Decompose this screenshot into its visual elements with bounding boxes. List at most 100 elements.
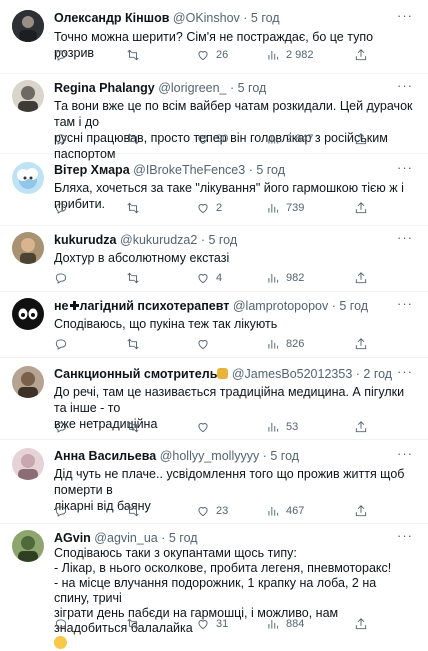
like-button[interactable] [196, 419, 210, 435]
reply-tweet[interactable]: Санкционный смотритель @JamesBo52012353 … [0, 358, 428, 440]
views-button[interactable]: 2 982 [266, 47, 314, 63]
reply-tweet[interactable]: Regina Phalangy @lorigreen_ · 5 год ··· … [0, 74, 428, 161]
timestamp[interactable]: · 2 год [356, 367, 392, 381]
view-count: 982 [286, 272, 305, 284]
reply-button[interactable] [54, 419, 68, 435]
more-options-icon[interactable]: ··· [396, 161, 414, 176]
user-handle[interactable]: @lorigreen_ [158, 81, 226, 95]
share-button[interactable] [354, 336, 368, 352]
tweet-text: Дохтур в абсолютному екстазі [54, 250, 414, 266]
user-handle[interactable]: @JamesBo52012353 [232, 367, 352, 381]
more-options-icon[interactable]: ··· [396, 79, 414, 94]
tweet-actions: 826 [54, 336, 416, 352]
timestamp[interactable]: · 5 год [201, 233, 237, 247]
retweet-button[interactable] [126, 200, 140, 216]
share-button[interactable] [354, 419, 368, 435]
share-button[interactable] [354, 270, 368, 286]
avatar[interactable] [12, 298, 44, 330]
share-button[interactable] [354, 47, 368, 63]
display-name[interactable]: Олександр Кіншов [54, 11, 169, 25]
user-handle[interactable]: @agvin_ua [94, 531, 157, 545]
reply-tweet[interactable]: Анна Васильева @hollyy_mollyyyy · 5 год … [0, 440, 428, 524]
like-button[interactable]: 26 [196, 47, 228, 63]
display-name[interactable]: Санкционный смотритель [54, 367, 217, 381]
more-options-icon[interactable]: ··· [396, 365, 414, 380]
reply-button[interactable] [54, 270, 68, 286]
share-button[interactable] [354, 616, 368, 632]
more-options-icon[interactable]: ··· [396, 297, 414, 312]
heart-icon [198, 204, 208, 214]
reply-button[interactable] [54, 503, 68, 519]
reply-tweet[interactable]: не лагідний психотерапевт @lamprotopopov … [0, 292, 428, 358]
display-name[interactable]: Вітер Хмара [54, 163, 130, 177]
like-button[interactable]: 90 [196, 131, 228, 147]
retweet-button[interactable] [126, 47, 140, 63]
reply-button[interactable] [54, 616, 68, 632]
views-button[interactable]: 53 [266, 419, 298, 435]
views-button[interactable]: 826 [266, 336, 304, 352]
avatar[interactable] [12, 10, 44, 42]
like-button[interactable]: 2 [196, 200, 222, 216]
like-button[interactable]: 4 [196, 270, 222, 286]
display-name[interactable]: Анна Васильева [54, 449, 156, 463]
retweet-button[interactable] [126, 503, 140, 519]
timestamp[interactable]: · 5 год [249, 163, 285, 177]
user-handle[interactable]: @lamprotopopov [233, 299, 328, 313]
retweet-button[interactable] [126, 616, 140, 632]
retweet-button[interactable] [126, 131, 140, 147]
timestamp[interactable]: · 5 год [243, 11, 279, 25]
reply-button[interactable] [54, 336, 68, 352]
like-button[interactable] [196, 336, 210, 352]
display-name[interactable]: kukurudza [54, 233, 117, 247]
reply-button[interactable] [54, 47, 68, 63]
retweet-button[interactable] [126, 419, 140, 435]
like-button[interactable]: 31 [196, 616, 228, 632]
user-handle[interactable]: @kukurudza2 [120, 233, 197, 247]
tweet-header: Regina Phalangy @lorigreen_ · 5 год [54, 80, 416, 96]
display-name[interactable]: не лагідний психотерапевт [54, 299, 229, 313]
reply-tweet[interactable]: Вітер Хмара @IBrokeTheFence3 · 5 год ···… [0, 154, 428, 226]
more-options-icon[interactable]: ··· [396, 447, 414, 462]
share-button[interactable] [354, 200, 368, 216]
reply-tweet[interactable]: Олександр Кіншов @OKinshov · 5 год ··· Т… [0, 0, 428, 74]
views-icon [268, 203, 279, 213]
retweet-button[interactable] [126, 270, 140, 286]
avatar[interactable] [12, 162, 44, 194]
share-button[interactable] [354, 131, 368, 147]
more-options-icon[interactable]: ··· [396, 529, 414, 544]
timestamp[interactable]: · 5 год [161, 531, 197, 545]
views-button[interactable]: 467 [266, 503, 304, 519]
user-handle[interactable]: @hollyy_mollyyyy [160, 449, 260, 463]
reply-tweet[interactable]: AGvin @agvin_ua · 5 год ··· Сподіваюсь т… [0, 524, 428, 649]
display-name[interactable]: AGvin [54, 531, 91, 545]
reply-button[interactable] [54, 200, 68, 216]
share-button[interactable] [354, 503, 368, 519]
timestamp[interactable]: · 5 год [332, 299, 368, 313]
retweet-button[interactable] [126, 336, 140, 352]
display-name[interactable]: Regina Phalangy [54, 81, 155, 95]
timestamp[interactable]: · 5 год [230, 81, 266, 95]
avatar[interactable] [12, 80, 44, 112]
views-button[interactable]: 739 [266, 200, 304, 216]
user-handle[interactable]: @IBrokeTheFence3 [133, 163, 245, 177]
avatar[interactable] [12, 366, 44, 398]
avatar[interactable] [12, 530, 44, 562]
reply-tweet[interactable]: kukurudza @kukurudza2 · 5 год ··· Дохтур… [0, 226, 428, 292]
avatar[interactable] [12, 232, 44, 264]
user-handle[interactable]: @OKinshov [173, 11, 240, 25]
tweet-header: не лагідний психотерапевт @lamprotopopov … [54, 298, 416, 314]
tweet-text: Сподіваюсь, що пукіна теж так лікують [54, 316, 414, 332]
views-button[interactable]: 982 [266, 270, 304, 286]
reply-button[interactable] [54, 131, 68, 147]
like-button[interactable]: 23 [196, 503, 228, 519]
timestamp[interactable]: · 5 год [263, 449, 299, 463]
avatar[interactable] [12, 448, 44, 480]
avatar-image [12, 162, 44, 194]
view-count: 53 [286, 421, 299, 433]
views-button[interactable]: 884 [266, 616, 304, 632]
tweet-actions: 53 [54, 419, 416, 435]
more-options-icon[interactable]: ··· [396, 9, 414, 24]
more-options-icon[interactable]: ··· [396, 231, 414, 246]
heart-icon [198, 423, 208, 433]
views-button[interactable]: 2 847 [266, 131, 314, 147]
